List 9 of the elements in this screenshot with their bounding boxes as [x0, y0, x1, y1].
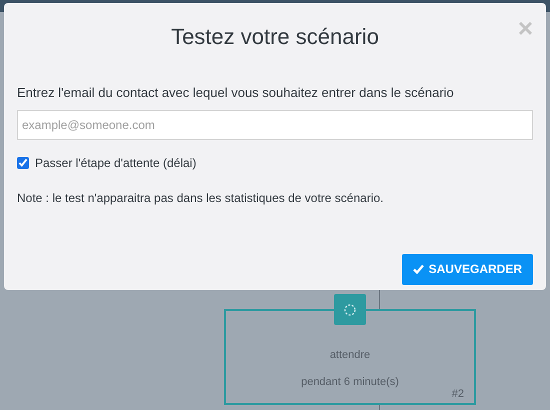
email-label: Entrez l'email du contact avec lequel vous souhaitez entrer dans le scénario: [17, 85, 454, 100]
skip-wait-label: Passer l'étape d'attente (délai): [35, 154, 196, 172]
node-action: attendre: [330, 348, 370, 363]
email-field[interactable]: example@someone.com: [17, 110, 533, 140]
node-number: #2: [452, 386, 464, 402]
node-duration: pendant 6 minute(s): [301, 374, 399, 390]
dialog-title: Testez votre scénario: [171, 23, 379, 51]
save-button[interactable]: SAUVEGARDER: [402, 254, 533, 284]
note-text: Note : le test n'apparaitra pas dans les statistiques de votre scénario.: [17, 190, 384, 204]
